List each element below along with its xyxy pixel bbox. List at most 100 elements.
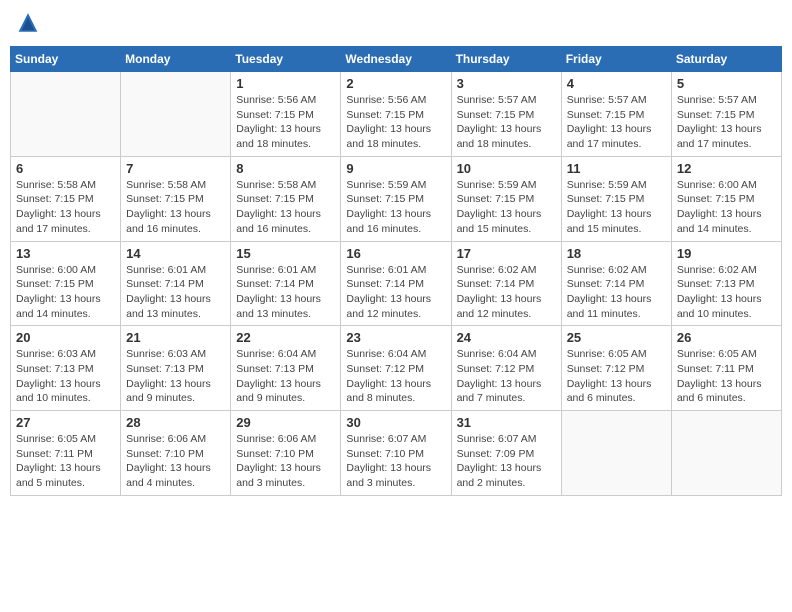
day-number: 15 [236, 246, 335, 261]
calendar-cell: 30 Sunrise: 6:07 AMSunset: 7:10 PMDayligh… [341, 411, 451, 496]
day-number: 21 [126, 330, 225, 345]
day-info: Sunrise: 6:04 AMSunset: 7:12 PMDaylight:… [346, 347, 445, 406]
day-header-friday: Friday [561, 47, 671, 72]
calendar-cell: 22Sunrise: 6:04 AMSunset: 7:13 PMDayligh… [231, 326, 341, 411]
day-info: Sunrise: 6:02 AMSunset: 7:14 PMDaylight:… [567, 263, 666, 322]
day-info: Sunrise: 5:59 AMSunset: 7:15 PMDaylight:… [457, 178, 556, 237]
calendar-cell: 27 Sunrise: 6:05 AMSunset: 7:11 PMDayligh… [11, 411, 121, 496]
calendar-cell: 19Sunrise: 6:02 AMSunset: 7:13 PMDayligh… [671, 241, 781, 326]
day-number: 1 [236, 76, 335, 91]
day-info: Sunrise: 6:01 AMSunset: 7:14 PMDaylight:… [126, 263, 225, 322]
calendar-table: SundayMondayTuesdayWednesdayThursdayFrid… [10, 46, 782, 496]
calendar-cell [671, 411, 781, 496]
day-number: 6 [16, 161, 115, 176]
day-info: Sunrise: 6:04 AMSunset: 7:12 PMDaylight:… [457, 347, 556, 406]
day-number: 9 [346, 161, 445, 176]
calendar-cell: 24 Sunrise: 6:04 AMSunset: 7:12 PMDayligh… [451, 326, 561, 411]
calendar-cell: 15 Sunrise: 6:01 AMSunset: 7:14 PMDayligh… [231, 241, 341, 326]
calendar-cell: 7 Sunrise: 5:58 AMSunset: 7:15 PMDaylight… [121, 156, 231, 241]
day-info: Sunrise: 6:00 AMSunset: 7:15 PMDaylight:… [677, 178, 776, 237]
calendar-cell: 21 Sunrise: 6:03 AMSunset: 7:13 PMDayligh… [121, 326, 231, 411]
calendar-cell: 20 Sunrise: 6:03 AMSunset: 7:13 PMDayligh… [11, 326, 121, 411]
day-info: Sunrise: 6:01 AMSunset: 7:14 PMDaylight:… [236, 263, 335, 322]
day-info: Sunrise: 6:00 AMSunset: 7:15 PMDaylight:… [16, 263, 115, 322]
calendar-cell: 2 Sunrise: 5:56 AMSunset: 7:15 PMDaylight… [341, 72, 451, 157]
day-number: 13 [16, 246, 115, 261]
day-info: Sunrise: 6:07 AMSunset: 7:10 PMDaylight:… [346, 432, 445, 491]
day-header-saturday: Saturday [671, 47, 781, 72]
day-header-thursday: Thursday [451, 47, 561, 72]
day-number: 23 [346, 330, 445, 345]
calendar-cell [121, 72, 231, 157]
day-number: 20 [16, 330, 115, 345]
day-number: 31 [457, 415, 556, 430]
day-number: 7 [126, 161, 225, 176]
logo-icon [14, 10, 42, 38]
calendar-cell: 31 Sunrise: 6:07 AMSunset: 7:09 PMDayligh… [451, 411, 561, 496]
day-number: 4 [567, 76, 666, 91]
calendar-cell: 26 Sunrise: 6:05 AMSunset: 7:11 PMDayligh… [671, 326, 781, 411]
day-number: 3 [457, 76, 556, 91]
calendar-cell: 8 Sunrise: 5:58 AMSunset: 7:15 PMDaylight… [231, 156, 341, 241]
calendar-cell: 23 Sunrise: 6:04 AMSunset: 7:12 PMDayligh… [341, 326, 451, 411]
day-number: 2 [346, 76, 445, 91]
day-info: Sunrise: 6:03 AMSunset: 7:13 PMDaylight:… [16, 347, 115, 406]
calendar-week-row: 27 Sunrise: 6:05 AMSunset: 7:11 PMDayligh… [11, 411, 782, 496]
day-header-wednesday: Wednesday [341, 47, 451, 72]
day-info: Sunrise: 5:56 AMSunset: 7:15 PMDaylight:… [346, 93, 445, 152]
day-info: Sunrise: 6:05 AMSunset: 7:11 PMDaylight:… [677, 347, 776, 406]
calendar-cell: 1Sunrise: 5:56 AMSunset: 7:15 PMDaylight… [231, 72, 341, 157]
calendar-cell: 11 Sunrise: 5:59 AMSunset: 7:15 PMDayligh… [561, 156, 671, 241]
day-number: 5 [677, 76, 776, 91]
day-number: 26 [677, 330, 776, 345]
header [10, 10, 782, 38]
calendar-cell: 25 Sunrise: 6:05 AMSunset: 7:12 PMDayligh… [561, 326, 671, 411]
day-number: 29 [236, 415, 335, 430]
calendar-cell: 10 Sunrise: 5:59 AMSunset: 7:15 PMDayligh… [451, 156, 561, 241]
day-info: Sunrise: 5:58 AMSunset: 7:15 PMDaylight:… [126, 178, 225, 237]
day-number: 30 [346, 415, 445, 430]
day-info: Sunrise: 6:02 AMSunset: 7:13 PMDaylight:… [677, 263, 776, 322]
calendar-cell: 17 Sunrise: 6:02 AMSunset: 7:14 PMDayligh… [451, 241, 561, 326]
logo [14, 10, 44, 38]
calendar-cell: 5Sunrise: 5:57 AMSunset: 7:15 PMDaylight… [671, 72, 781, 157]
day-number: 27 [16, 415, 115, 430]
day-info: Sunrise: 6:06 AMSunset: 7:10 PMDaylight:… [236, 432, 335, 491]
calendar-cell: 16Sunrise: 6:01 AMSunset: 7:14 PMDayligh… [341, 241, 451, 326]
calendar-cell: 4 Sunrise: 5:57 AMSunset: 7:15 PMDaylight… [561, 72, 671, 157]
calendar-cell: 12 Sunrise: 6:00 AMSunset: 7:15 PMDayligh… [671, 156, 781, 241]
day-info: Sunrise: 6:01 AMSunset: 7:14 PMDaylight:… [346, 263, 445, 322]
day-number: 24 [457, 330, 556, 345]
day-info: Sunrise: 5:57 AMSunset: 7:15 PMDaylight:… [567, 93, 666, 152]
calendar-cell [561, 411, 671, 496]
day-number: 12 [677, 161, 776, 176]
day-info: Sunrise: 6:07 AMSunset: 7:09 PMDaylight:… [457, 432, 556, 491]
day-info: Sunrise: 5:59 AMSunset: 7:15 PMDaylight:… [346, 178, 445, 237]
day-info: Sunrise: 5:58 AMSunset: 7:15 PMDaylight:… [236, 178, 335, 237]
day-info: Sunrise: 6:03 AMSunset: 7:13 PMDaylight:… [126, 347, 225, 406]
calendar-cell [11, 72, 121, 157]
day-number: 25 [567, 330, 666, 345]
calendar-header-row: SundayMondayTuesdayWednesdayThursdayFrid… [11, 47, 782, 72]
calendar-week-row: 1 Sunrise: 5:56 AMSunset: 7:15 PMDaylight… [11, 72, 782, 157]
day-info: Sunrise: 6:05 AMSunset: 7:11 PMDaylight:… [16, 432, 115, 491]
day-info: Sunrise: 6:02 AMSunset: 7:14 PMDaylight:… [457, 263, 556, 322]
day-number: 17 [457, 246, 556, 261]
day-header-sunday: Sunday [11, 47, 121, 72]
day-number: 28 [126, 415, 225, 430]
calendar-cell: 9 Sunrise: 5:59 AMSunset: 7:15 PMDaylight… [341, 156, 451, 241]
calendar-week-row: 6 Sunrise: 5:58 AMSunset: 7:15 PMDaylight… [11, 156, 782, 241]
day-number: 22 [236, 330, 335, 345]
day-info: Sunrise: 5:58 AMSunset: 7:15 PMDaylight:… [16, 178, 115, 237]
day-header-tuesday: Tuesday [231, 47, 341, 72]
day-number: 18 [567, 246, 666, 261]
day-number: 8 [236, 161, 335, 176]
calendar-cell: 13 Sunrise: 6:00 AMSunset: 7:15 PMDayligh… [11, 241, 121, 326]
calendar-cell: 18 Sunrise: 6:02 AMSunset: 7:14 PMDayligh… [561, 241, 671, 326]
day-number: 10 [457, 161, 556, 176]
day-number: 11 [567, 161, 666, 176]
day-info: Sunrise: 5:57 AMSunset: 7:15 PMDaylight:… [457, 93, 556, 152]
day-info: Sunrise: 5:59 AMSunset: 7:15 PMDaylight:… [567, 178, 666, 237]
day-info: Sunrise: 6:05 AMSunset: 7:12 PMDaylight:… [567, 347, 666, 406]
calendar-week-row: 20 Sunrise: 6:03 AMSunset: 7:13 PMDayligh… [11, 326, 782, 411]
